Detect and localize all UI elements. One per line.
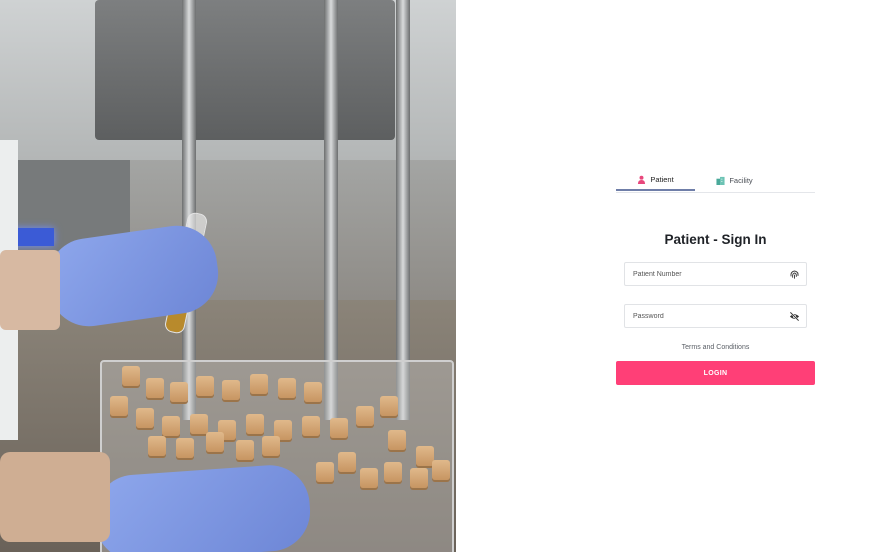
photo-tube-cap	[432, 460, 450, 480]
photo-tube-cap	[146, 378, 164, 398]
photo-tube-cap	[380, 396, 398, 416]
photo-rack-pole	[182, 0, 196, 420]
person-icon	[638, 175, 646, 184]
fingerprint-icon[interactable]	[789, 269, 800, 280]
photo-lab-machine	[95, 0, 395, 140]
user-type-tabs: Patient Facility	[616, 170, 815, 193]
photo-tube-cap	[110, 396, 128, 416]
patient-number-field	[624, 262, 807, 286]
photo-gloved-hand	[92, 462, 313, 552]
photo-tube-cap	[330, 418, 348, 438]
photo-tube-cap	[236, 440, 254, 460]
login-button[interactable]: LOGIN	[616, 361, 815, 385]
photo-tube-cap	[278, 378, 296, 398]
terms-link[interactable]: Terms and Conditions	[616, 344, 815, 351]
eye-off-icon[interactable]	[789, 311, 800, 322]
photo-forearm	[0, 452, 110, 542]
photo-tube-cap	[250, 374, 268, 394]
photo-tube-cap	[196, 376, 214, 396]
photo-instrument-screen	[12, 228, 54, 246]
sign-in-panel: Patient Facility Patient - Sign In Patie…	[456, 0, 895, 552]
photo-rack-pole	[324, 0, 338, 420]
tab-facility-label: Facility	[729, 176, 753, 185]
photo-tube-cap	[316, 462, 334, 482]
photo-tube-cap	[222, 380, 240, 400]
photo-tube-cap	[136, 408, 154, 428]
photo-tube-cap	[262, 436, 280, 456]
photo-tube-cap	[190, 414, 208, 434]
lab-photo	[0, 0, 456, 552]
photo-tube-cap	[148, 436, 166, 456]
photo-tube-cap	[356, 406, 374, 426]
photo-tube-cap	[304, 382, 322, 402]
page-title: Patient - Sign In	[664, 232, 767, 247]
tab-facility[interactable]: Facility	[695, 170, 774, 191]
photo-tube-cap	[162, 416, 180, 436]
photo-tube-cap	[302, 416, 320, 436]
password-input[interactable]	[633, 312, 783, 320]
photo-tube-cap	[410, 468, 428, 488]
tab-patient-label: Patient	[650, 175, 674, 184]
photo-rack-pole	[396, 0, 410, 420]
tab-patient[interactable]: Patient	[616, 170, 695, 191]
photo-tube-cap	[206, 432, 224, 452]
photo-tube-cap	[176, 438, 194, 458]
photo-wrist	[0, 250, 60, 330]
photo-tube-cap	[122, 366, 140, 386]
building-icon	[716, 176, 725, 185]
patient-number-input[interactable]	[633, 270, 783, 278]
photo-tube-cap	[170, 382, 188, 402]
photo-tube-cap	[360, 468, 378, 488]
password-field	[624, 304, 807, 328]
photo-tube-cap	[384, 462, 402, 482]
photo-tube-cap	[246, 414, 264, 434]
photo-tube-cap	[338, 452, 356, 472]
photo-tube-cap	[388, 430, 406, 450]
